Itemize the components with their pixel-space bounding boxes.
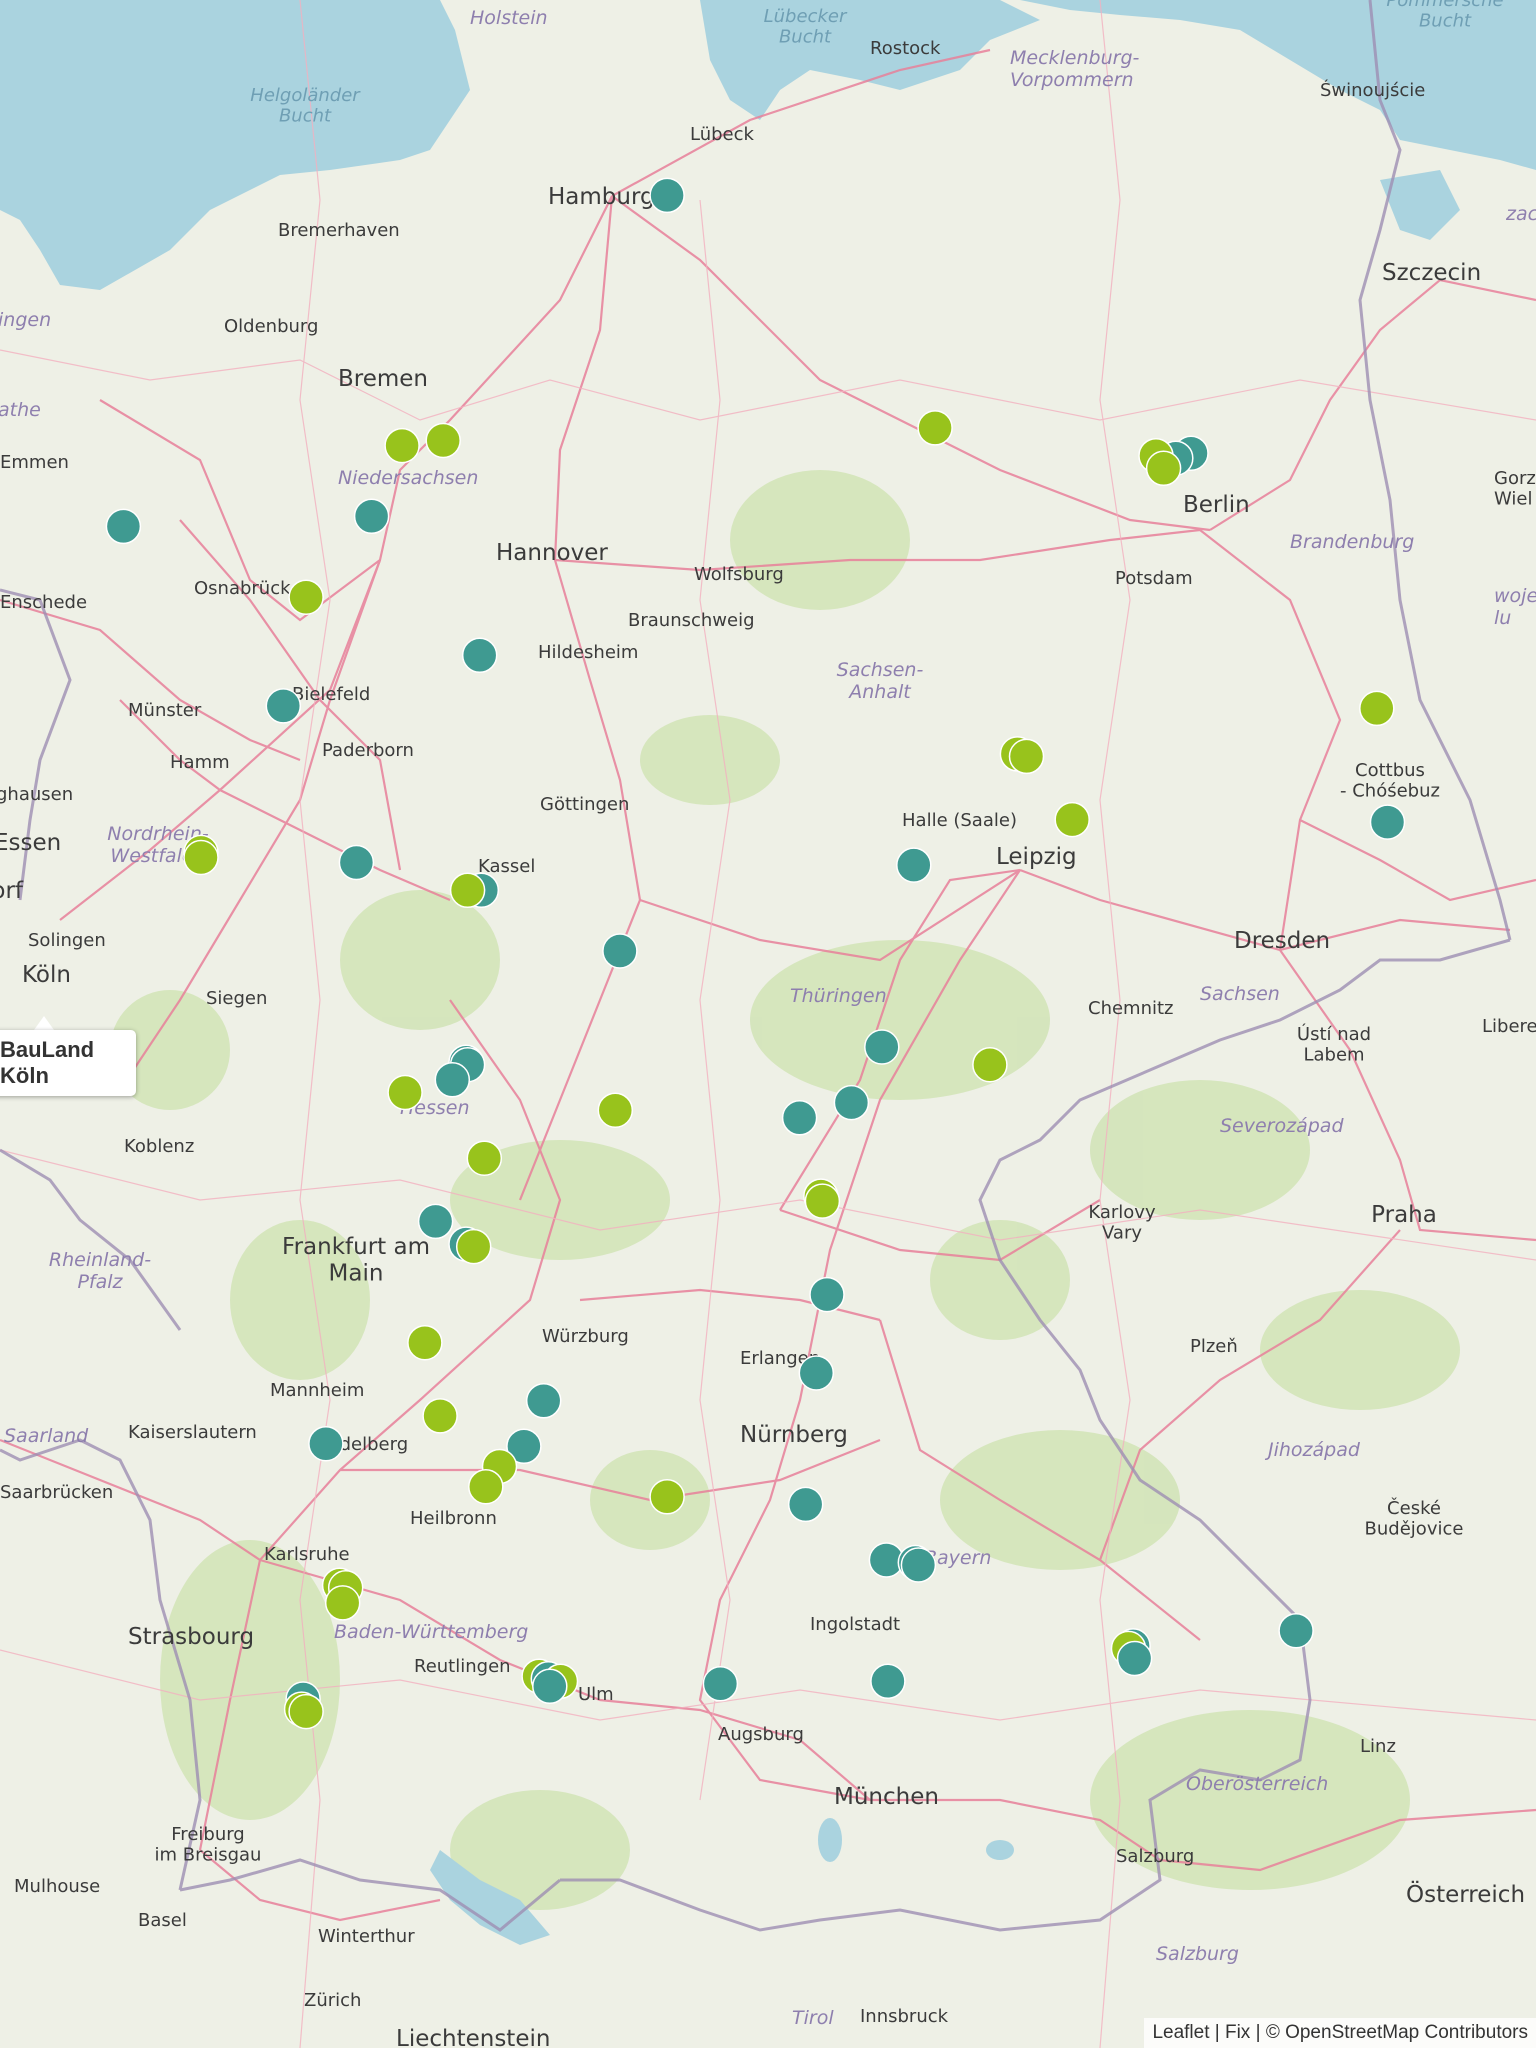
map-marker-lime[interactable]: [1008, 738, 1045, 775]
map-marker-lime[interactable]: [1145, 450, 1182, 487]
map-marker-teal[interactable]: [602, 933, 638, 969]
map-marker-lime[interactable]: [597, 1092, 634, 1128]
map-marker-lime[interactable]: [407, 1324, 443, 1361]
map-marker-teal[interactable]: [532, 1668, 568, 1705]
map-marker-teal[interactable]: [1278, 1612, 1314, 1649]
map-marker-lime[interactable]: [1359, 690, 1395, 727]
map-marker-lime[interactable]: [425, 422, 461, 459]
map-marker-lime[interactable]: [455, 1228, 492, 1265]
map-marker-teal[interactable]: [896, 847, 932, 883]
map-marker-lime[interactable]: [324, 1585, 361, 1621]
map-marker-teal[interactable]: [525, 1383, 562, 1419]
map-marker-teal[interactable]: [833, 1084, 870, 1121]
tooltip-arrow: [34, 1016, 54, 1030]
marker-tooltip: BauLand Köln: [0, 1030, 136, 1096]
map-marker-teal[interactable]: [787, 1486, 824, 1523]
map-marker-teal[interactable]: [461, 637, 498, 674]
map-marker-teal[interactable]: [870, 1663, 906, 1700]
map-container[interactable]: Holstein Lübecker Bucht Rostock Mecklenbu…: [0, 0, 1536, 2048]
map-marker-lime[interactable]: [917, 410, 953, 446]
map-marker-lime[interactable]: [183, 839, 219, 876]
attribution-separator: |: [1209, 2022, 1225, 2043]
map-marker-lime[interactable]: [972, 1046, 1008, 1083]
attribution-bar: Leaflet | Fix | © OpenStreetMap Contribu…: [1144, 2018, 1536, 2048]
map-marker-teal[interactable]: [809, 1276, 845, 1313]
map-marker-teal[interactable]: [308, 1425, 344, 1462]
map-marker-lime[interactable]: [649, 1479, 685, 1515]
map-marker-lime[interactable]: [466, 1140, 503, 1176]
osm-attribution: © OpenStreetMap Contributors: [1265, 2022, 1528, 2043]
map-marker-teal[interactable]: [338, 844, 375, 881]
map-marker-lime[interactable]: [387, 1074, 423, 1111]
map-marker-lime[interactable]: [288, 579, 324, 615]
map-marker-lime[interactable]: [384, 427, 420, 464]
map-marker-teal[interactable]: [864, 1029, 900, 1065]
map-marker-teal[interactable]: [1116, 1640, 1153, 1677]
attribution-separator: |: [1250, 2022, 1266, 2043]
map-marker-lime[interactable]: [804, 1183, 841, 1219]
map-marker-teal[interactable]: [781, 1100, 818, 1136]
map-marker-teal[interactable]: [1369, 804, 1406, 840]
map-marker-lime[interactable]: [1054, 801, 1090, 838]
map-marker-teal[interactable]: [702, 1666, 739, 1702]
tooltip-text: BauLand Köln: [0, 1037, 95, 1088]
map-marker-lime[interactable]: [449, 872, 486, 909]
map-marker-teal[interactable]: [265, 688, 302, 724]
map-marker-teal[interactable]: [798, 1355, 835, 1391]
map-marker-teal[interactable]: [105, 508, 142, 545]
map-marker-lime[interactable]: [468, 1468, 504, 1505]
fix-link[interactable]: Fix: [1225, 2022, 1250, 2044]
map-marker-teal[interactable]: [649, 177, 685, 214]
map-marker-teal[interactable]: [353, 498, 390, 535]
map-marker-teal[interactable]: [417, 1203, 454, 1240]
map-marker-teal[interactable]: [900, 1547, 937, 1583]
map-marker-teal[interactable]: [434, 1062, 471, 1098]
leaflet-link[interactable]: Leaflet: [1152, 2022, 1209, 2044]
map-marker-lime[interactable]: [288, 1693, 324, 1730]
map-marker-lime[interactable]: [422, 1398, 458, 1434]
marker-layer: [105, 177, 1406, 1730]
